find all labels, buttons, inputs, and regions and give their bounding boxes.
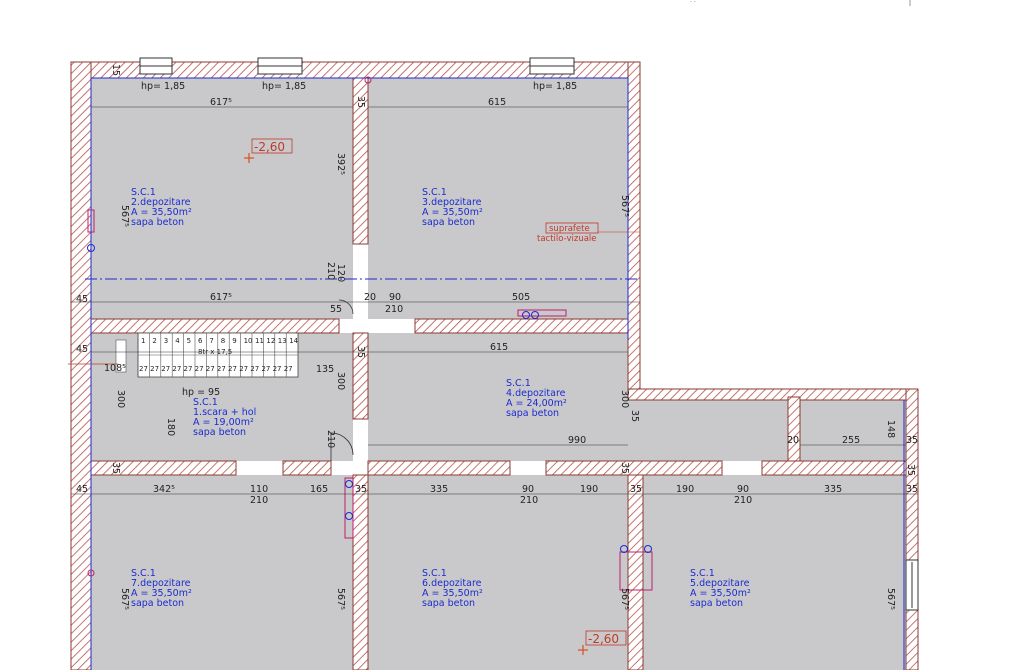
stair-tread-label: 2 xyxy=(152,337,156,345)
dim-low-9: 190 xyxy=(676,484,694,495)
vdim-15: 567⁵ xyxy=(885,588,896,610)
dim-hall-2: 990 xyxy=(568,435,586,446)
room-7-finish: sapa beton xyxy=(690,598,743,609)
dim-low-3: 210 xyxy=(250,495,268,506)
note-line-1: suprafete xyxy=(549,224,590,234)
vdim-10: 210 xyxy=(325,430,336,448)
dim-mid-5: 505 xyxy=(512,292,530,303)
wall-dim-8: 45 xyxy=(76,484,88,495)
vdim-11: 148 xyxy=(885,420,896,438)
dim-mid-4: 210 xyxy=(385,304,403,315)
vdim-8: 300 xyxy=(335,372,346,390)
wall-dim-7: 35 xyxy=(110,462,121,474)
vdim-14: 567⁵ xyxy=(619,588,630,610)
floor-plan: · · -2,60 -2,60 suprafete tactilo-vizual… xyxy=(0,0,1024,670)
dim-mid-1: 617⁵ xyxy=(210,292,232,303)
dim-hall-4: 255 xyxy=(842,435,860,446)
vdim-13: 567⁵ xyxy=(335,588,346,610)
stair-tread-label: 7 xyxy=(209,337,213,345)
wall-dim-10: 35 xyxy=(630,484,642,495)
dim-low-4: 165 xyxy=(310,484,328,495)
dim-mid-2: 20 xyxy=(364,292,376,303)
stair-tread-label: 3 xyxy=(164,337,168,345)
wall-dim-15: 35 xyxy=(629,410,640,422)
dim-low-1: 342⁵ xyxy=(153,484,175,495)
stair-label: 8tr x 17,5 xyxy=(198,348,232,356)
vdim-12: 567⁵ xyxy=(119,588,130,610)
vdim-5: 210 xyxy=(325,262,336,280)
room-4-finish: sapa beton xyxy=(506,408,559,419)
wall-dim-4: 55 xyxy=(330,304,342,315)
wall-dim-1: 45 xyxy=(76,294,88,305)
vdim-2: 392⁵ xyxy=(335,153,346,175)
vdim-3: 567⁵ xyxy=(619,195,630,217)
room-6-finish: sapa beton xyxy=(422,598,475,609)
dim-hall-1: 615 xyxy=(490,342,508,353)
stair-tread-label: 13 xyxy=(278,337,287,345)
vdim-16: 135 xyxy=(316,364,334,375)
wall-dim-16: 108⁵ xyxy=(104,363,126,374)
note-line-2: tactilo-vizuale xyxy=(537,234,597,244)
stair-tread-labels: 1 2 3 4 5 6 7 8 9 10 11 12 13 14 xyxy=(141,337,299,345)
wall-dim-2: 15 xyxy=(110,64,121,76)
dim-low-5: 335 xyxy=(430,484,448,495)
stair-tread-label: 11 xyxy=(255,337,264,345)
stair-tread-label: 9 xyxy=(232,337,236,345)
stair-tread-label: 6 xyxy=(198,337,203,345)
room-1-finish: sapa beton xyxy=(131,217,184,228)
stair-tread-label: 4 xyxy=(175,337,180,345)
stair-tread-label: 14 xyxy=(289,337,298,345)
level-label-1: -2,60 xyxy=(254,140,285,154)
dim-low-8: 190 xyxy=(580,484,598,495)
wall-dim-13: 35 xyxy=(906,435,918,446)
dim-low-10: 90 xyxy=(737,484,749,495)
wall-dim-9: 35 xyxy=(355,484,367,495)
stair-run: 27 27 27 27 27 27 27 27 27 27 27 27 27 2… xyxy=(139,365,293,373)
stair-tread-label: 8 xyxy=(221,337,225,345)
dim-low-2: 110 xyxy=(250,484,268,495)
room-5-finish: sapa beton xyxy=(131,598,184,609)
dim-low-6: 90 xyxy=(522,484,534,495)
dim-mid-3: 90 xyxy=(389,292,401,303)
vdim-6: 300 xyxy=(115,390,126,408)
window-height-1: hp= 1,85 xyxy=(141,81,185,92)
dim-top-1: 617⁵ xyxy=(210,97,232,108)
svg-text:· ·: · · xyxy=(690,0,696,6)
wall-dim-12: 35 xyxy=(619,462,630,474)
wall-dim-3: 35 xyxy=(355,96,366,108)
stair-tread-label: 1 xyxy=(141,337,145,345)
window-height-3: hp= 1,85 xyxy=(533,81,577,92)
dim-hall-3: 20 xyxy=(787,435,799,446)
room-3-finish: sapa beton xyxy=(193,427,246,438)
level-label-2: -2,60 xyxy=(588,632,619,646)
wall-dim-6: 35 xyxy=(355,346,366,358)
dim-top-2: 615 xyxy=(488,97,506,108)
dim-low-7: 210 xyxy=(520,495,538,506)
room-2-finish: sapa beton xyxy=(422,217,475,228)
wall-dim-5: 45 xyxy=(76,344,88,355)
dim-low-12: 335 xyxy=(824,484,842,495)
wall-dim-14: 35 xyxy=(905,464,916,476)
vdim-1: 567⁵ xyxy=(119,205,130,227)
wall-dim-11: 35 xyxy=(906,484,918,495)
window-height-2: hp= 1,85 xyxy=(262,81,306,92)
vdim-7: 180 xyxy=(165,418,176,436)
stair-tread-label: 10 xyxy=(244,337,253,345)
stair-tread-label: 12 xyxy=(266,337,275,345)
stair-tread-label: 5 xyxy=(187,337,191,345)
vdim-9: 300 xyxy=(619,390,630,408)
dim-low-11: 210 xyxy=(734,495,752,506)
